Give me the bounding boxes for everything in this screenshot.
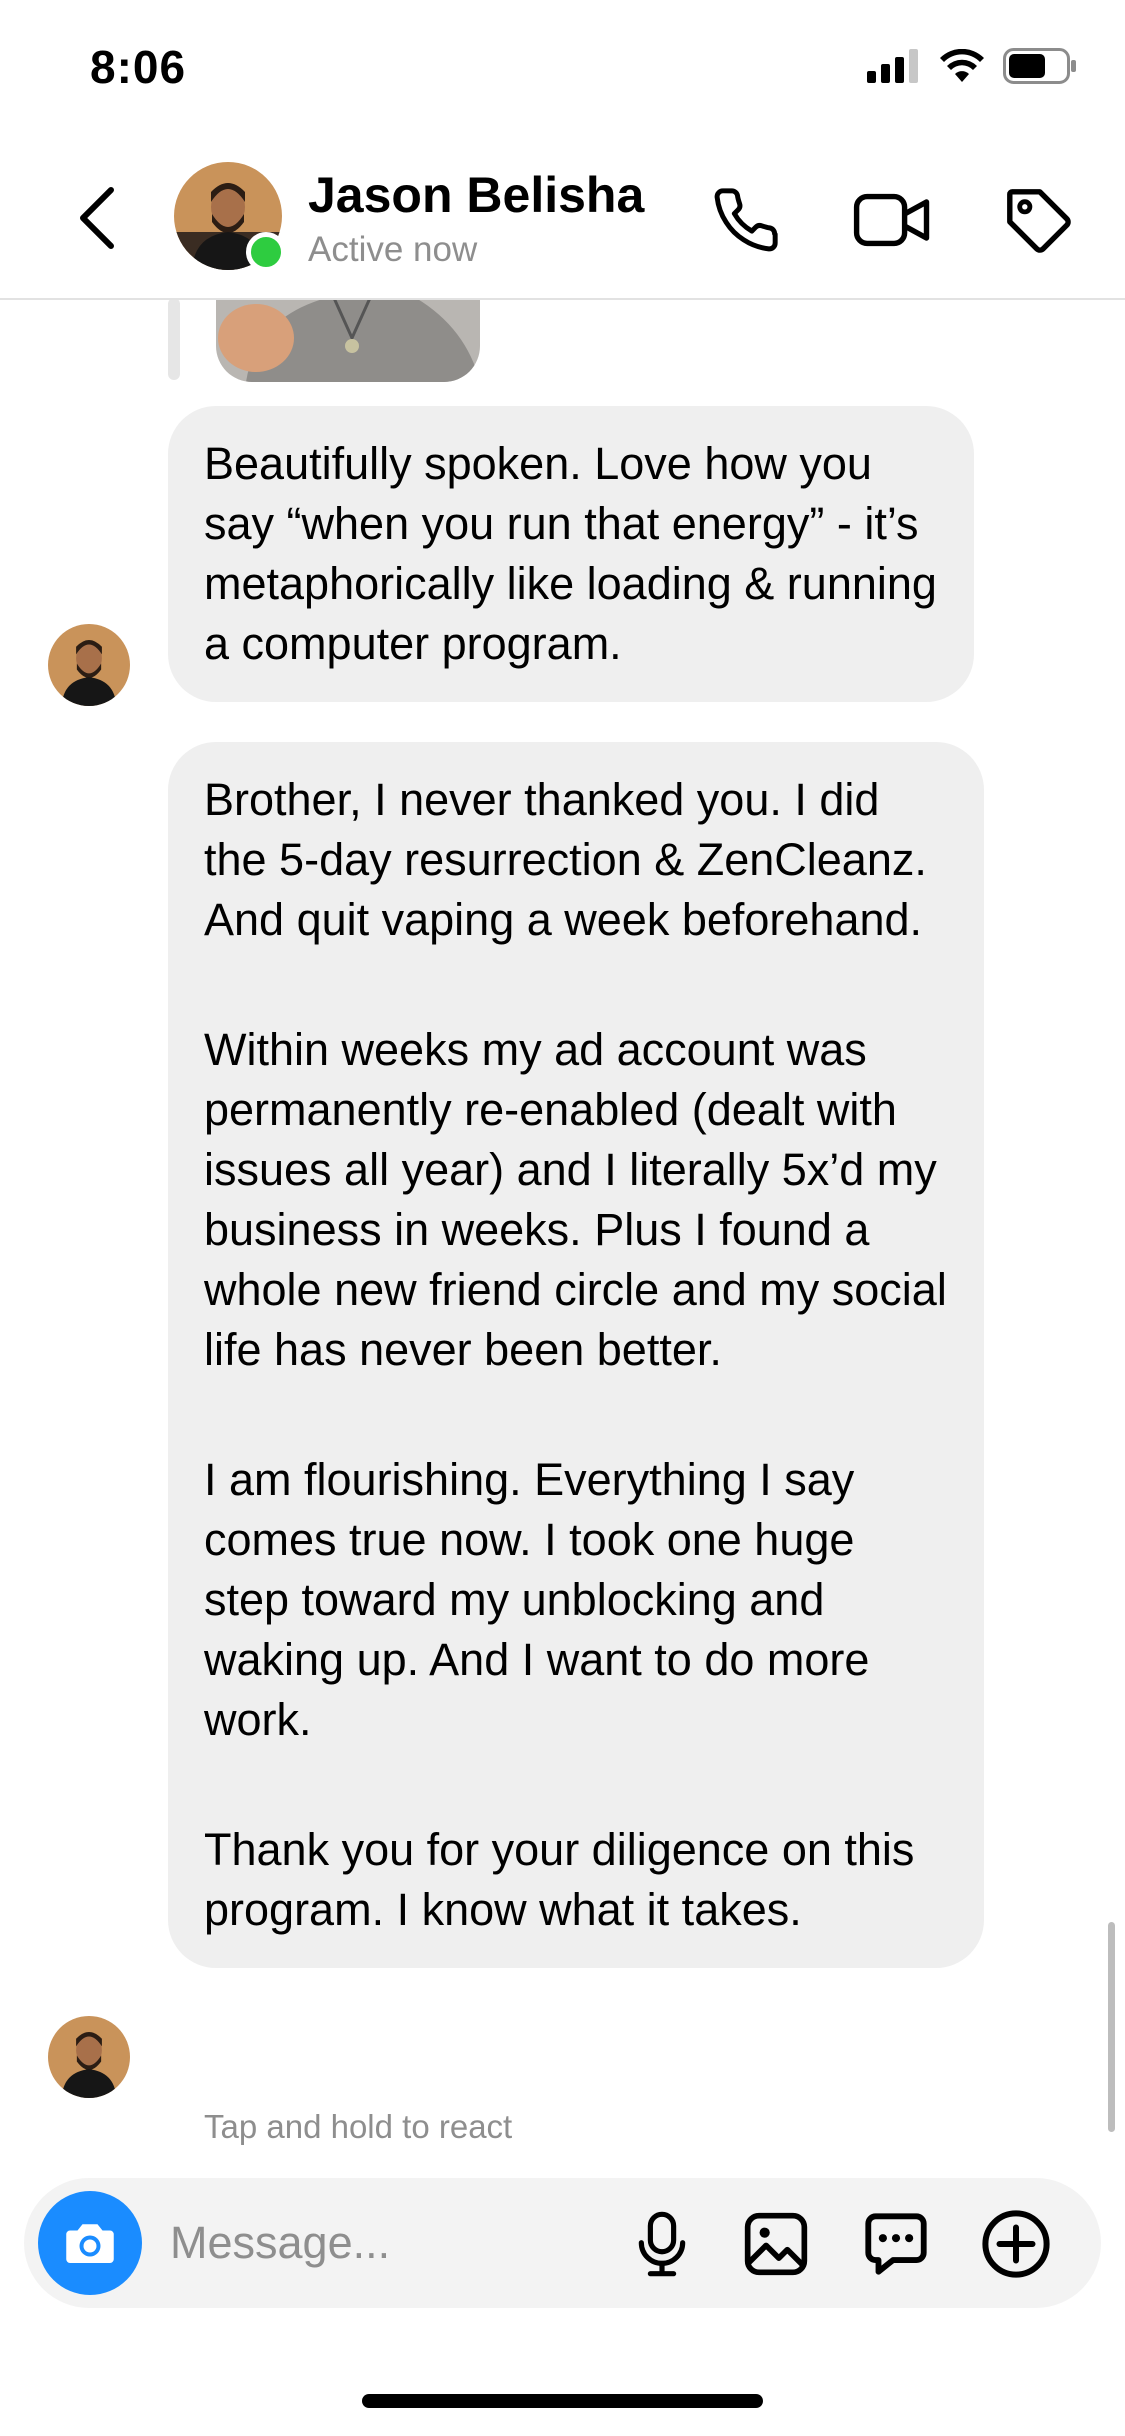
tag-icon xyxy=(1007,189,1071,253)
message-composer xyxy=(24,2178,1101,2308)
message-thread[interactable]: Beautifully spoken. Love how you say “wh… xyxy=(0,298,1125,2178)
battery-icon xyxy=(1003,48,1076,84)
image-icon xyxy=(744,2212,808,2276)
active-status-dot xyxy=(246,232,286,272)
message-input[interactable] xyxy=(170,2208,590,2278)
camera-button[interactable] xyxy=(38,2191,142,2295)
status-time: 8:06 xyxy=(90,41,187,93)
message-paragraph: Brother, I never thanked you. I did the … xyxy=(204,774,927,945)
sender-avatar[interactable] xyxy=(48,624,130,706)
message-paragraph: Thank you for your diligence on this pro… xyxy=(204,1824,915,1935)
chat-header: Jason Belisha Active now xyxy=(0,140,1125,300)
wifi-icon xyxy=(940,49,984,82)
sticker-chat-icon xyxy=(865,2213,927,2275)
sender-avatar[interactable] xyxy=(48,2016,130,2098)
more-actions-button[interactable] xyxy=(978,2206,1054,2282)
gallery-button[interactable] xyxy=(738,2206,814,2282)
reply-indicator-bar xyxy=(168,298,180,380)
contact-name[interactable]: Jason Belisha xyxy=(308,166,644,224)
shared-media-thumbnail[interactable] xyxy=(216,298,480,382)
audio-call-button[interactable] xyxy=(704,178,788,262)
video-call-button[interactable] xyxy=(850,178,934,262)
voice-message-button[interactable] xyxy=(624,2206,700,2282)
phone-icon xyxy=(714,188,778,252)
scrollbar[interactable] xyxy=(1108,1922,1115,2132)
home-indicator[interactable] xyxy=(362,2394,763,2408)
status-icons xyxy=(867,48,1077,84)
cellular-signal-icon xyxy=(867,49,918,83)
message-paragraph: Within weeks my ad account was permanent… xyxy=(204,1024,947,1375)
label-button[interactable] xyxy=(996,178,1080,262)
back-icon xyxy=(80,187,114,249)
contact-active-status: Active now xyxy=(308,230,478,269)
message-text: Beautifully spoken. Love how you say “wh… xyxy=(204,438,937,669)
camera-icon xyxy=(66,2224,114,2263)
react-hint: Tap and hold to react xyxy=(204,2108,513,2145)
back-button[interactable] xyxy=(62,178,132,258)
video-camera-icon xyxy=(853,193,930,247)
message-bubble-1[interactable]: Beautifully spoken. Love how you say “wh… xyxy=(168,406,974,702)
message-paragraph: I am flourishing. Everything I say comes… xyxy=(204,1454,870,1745)
sticker-button[interactable] xyxy=(858,2206,934,2282)
microphone-icon xyxy=(638,2211,686,2277)
plus-icon xyxy=(982,2210,1050,2278)
status-bar: 8:06 xyxy=(0,0,1125,140)
message-bubble-2[interactable]: Brother, I never thanked you. I did the … xyxy=(168,742,984,1968)
